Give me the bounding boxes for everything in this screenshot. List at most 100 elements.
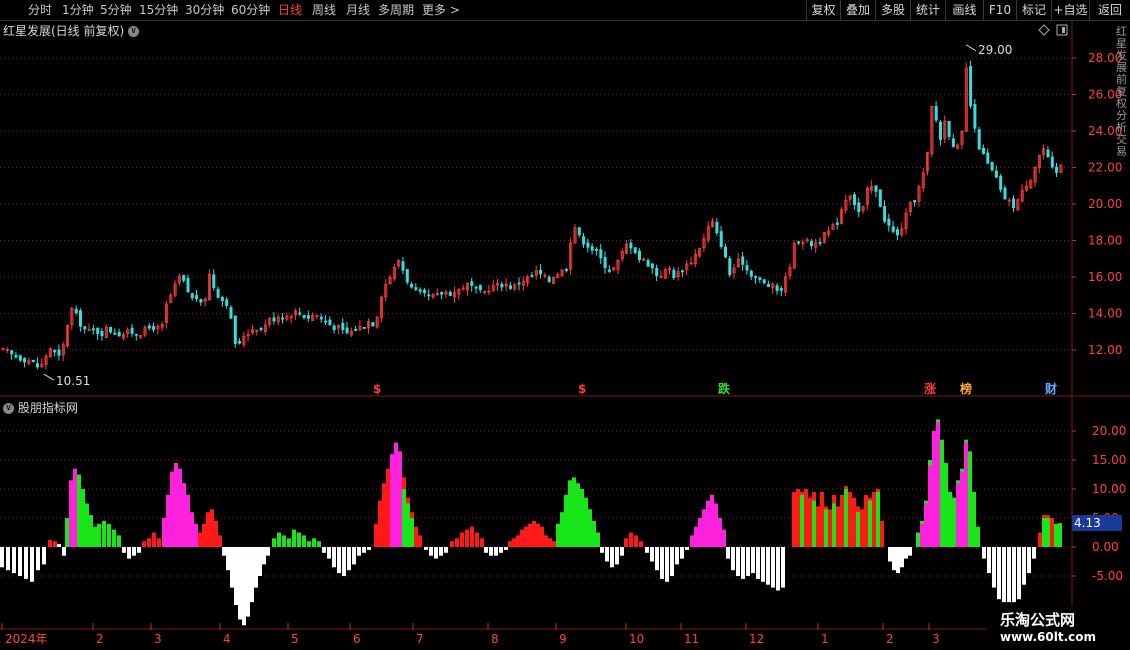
- candle: [289, 314, 293, 324]
- candle-body: [354, 328, 358, 331]
- toolbar-right-2[interactable]: 多股: [875, 0, 910, 20]
- candle: [775, 283, 779, 295]
- candle: [14, 352, 18, 359]
- indicator-bar: [588, 509, 592, 547]
- candle: [904, 208, 908, 235]
- toolbar-item-4[interactable]: 30分钟: [185, 0, 224, 20]
- candle: [650, 262, 654, 274]
- indicator-bar: [337, 547, 341, 574]
- event-marker[interactable]: 跌: [718, 381, 731, 396]
- candle: [315, 314, 319, 320]
- indicator-bar: [615, 547, 619, 565]
- toolbar-item-10[interactable]: 更多 >: [422, 0, 460, 20]
- indicator-bar: [564, 494, 568, 547]
- candle: [921, 167, 925, 193]
- event-marker[interactable]: 涨: [924, 381, 936, 396]
- candle-body: [681, 270, 685, 273]
- toolbar-item-5[interactable]: 60分钟: [231, 0, 270, 20]
- candle: [913, 199, 917, 207]
- candle: [659, 270, 663, 279]
- indicator-bar: [624, 538, 628, 547]
- indicator-bar: [832, 503, 836, 547]
- toolbar-right-8[interactable]: 返回: [1089, 0, 1130, 20]
- candle: [418, 287, 422, 295]
- toolbar-item-2[interactable]: 5分钟: [100, 0, 132, 20]
- period-toolbar: 分时 1分钟 5分钟 15分钟 30分钟 60分钟 日线 周线 月线 多周期 更多 > 复权 叠加 多股统…: [0, 0, 1130, 21]
- indicator-bar: [781, 547, 785, 588]
- toolbar-right-3[interactable]: 统计: [910, 0, 945, 20]
- toolbar-item-9[interactable]: 多周期: [378, 0, 414, 20]
- indicator-bar: [1058, 523, 1062, 547]
- candle: [156, 323, 160, 335]
- toolbar-right-7[interactable]: +自选: [1051, 0, 1089, 20]
- indicator-bar: [924, 503, 928, 547]
- toolbar-item-7[interactable]: 周线: [312, 0, 336, 20]
- candle-body: [874, 185, 878, 192]
- chevron-down-icon[interactable]: ∨: [128, 26, 140, 37]
- candle: [646, 258, 650, 268]
- candle: [534, 265, 538, 280]
- toolbar-item-0[interactable]: 分时: [28, 0, 52, 20]
- indicator-bar: [960, 471, 964, 547]
- candle-body: [345, 327, 349, 334]
- candle: [104, 324, 108, 338]
- indicator-bar: [378, 500, 382, 547]
- candle-body: [539, 269, 543, 275]
- indicator-bar: [548, 538, 552, 547]
- indicator-bar: [398, 451, 402, 547]
- candle-body: [969, 66, 973, 107]
- diamond-icon[interactable]: [1038, 24, 1050, 36]
- toolbar-right-0[interactable]: 复权: [806, 0, 840, 20]
- event-marker[interactable]: 财: [1044, 381, 1057, 396]
- candle-body: [607, 269, 611, 272]
- candle-body: [818, 241, 822, 244]
- candle: [805, 237, 809, 244]
- candle-body: [117, 331, 121, 337]
- upper-pane-title[interactable]: 红星发展(日线 前复权) ∨: [3, 22, 140, 39]
- candle: [582, 232, 586, 248]
- toolbar-right-6[interactable]: 标记: [1016, 0, 1051, 20]
- toolbar-right-1[interactable]: 叠加: [840, 0, 875, 20]
- indicator-bar: [53, 541, 57, 547]
- indicator-bar: [680, 547, 684, 559]
- candle: [195, 289, 199, 302]
- candle: [926, 151, 930, 176]
- indicator-bar: [367, 547, 371, 550]
- candle: [784, 272, 788, 297]
- indicator-bar: [694, 526, 698, 547]
- indicator-bar: [266, 547, 270, 556]
- candle: [272, 311, 276, 325]
- toolbar-item-3[interactable]: 15分钟: [139, 0, 178, 20]
- candle: [1020, 183, 1024, 203]
- candle: [939, 119, 943, 146]
- indicator-bar: [956, 483, 960, 547]
- indicator-bar: [751, 547, 755, 574]
- candle-body: [91, 328, 95, 331]
- candle-body: [857, 202, 861, 213]
- event-marker[interactable]: $: [578, 382, 586, 396]
- candle: [767, 280, 771, 288]
- indicator-bar: [374, 523, 378, 547]
- candle: [556, 272, 560, 278]
- event-marker[interactable]: $: [373, 382, 381, 396]
- candle: [616, 259, 620, 275]
- indicator-tick-label: 10.00: [1092, 482, 1126, 496]
- indicator-bar: [65, 518, 69, 547]
- indicator-bar: [1046, 518, 1050, 547]
- candle: [681, 269, 685, 277]
- indicator-bar: [312, 538, 316, 547]
- toolbar-item-8[interactable]: 月线: [346, 0, 370, 20]
- candle: [259, 326, 263, 332]
- indicator-bar: [484, 547, 488, 553]
- toolbar-item-6[interactable]: 日线: [278, 0, 302, 20]
- toolbar-item-1[interactable]: 1分钟: [62, 0, 94, 20]
- indicator-bar: [528, 523, 532, 547]
- event-marker[interactable]: 榜: [960, 381, 972, 396]
- candle-body: [762, 279, 766, 284]
- toolbar-right-4[interactable]: 画线: [945, 0, 983, 20]
- candle: [10, 349, 14, 360]
- toolbar-right-5[interactable]: F10: [983, 0, 1016, 20]
- indicator-bar: [944, 462, 948, 547]
- candle-body: [319, 316, 323, 320]
- candle-body: [767, 283, 771, 287]
